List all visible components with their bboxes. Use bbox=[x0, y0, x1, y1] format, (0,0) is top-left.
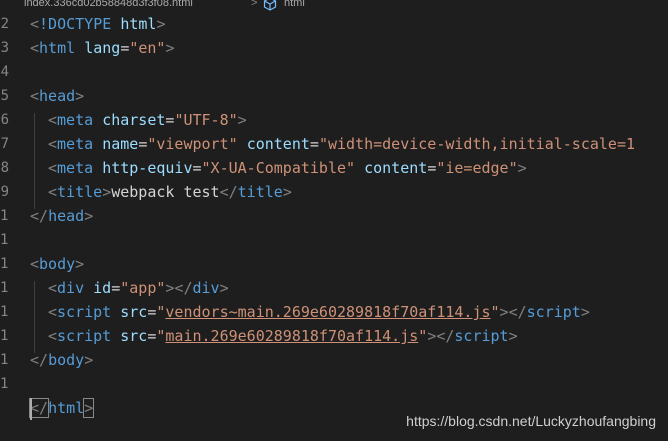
code-line[interactable]: 6 <meta charset="UTF-8"> bbox=[0, 108, 668, 132]
line-content: <meta http-equiv="X-UA-Compatible" conte… bbox=[48, 159, 527, 177]
line-content: <div id="app"></div> bbox=[48, 279, 229, 297]
line-number: 3 bbox=[0, 40, 9, 56]
line-number: 2 bbox=[0, 16, 9, 32]
breadcrumb: index.336cd02b58848d3f3f08.html > html bbox=[0, 0, 668, 12]
breadcrumb-element[interactable]: html bbox=[284, 0, 305, 9]
code-line[interactable]: 3 <html lang="en"> bbox=[0, 36, 668, 60]
line-content: <!DOCTYPE html> bbox=[30, 15, 166, 33]
breadcrumb-separator: > bbox=[251, 0, 258, 9]
line-content: <html lang="en"> bbox=[30, 39, 175, 57]
code-line[interactable]: 13 <div id="app"></div> bbox=[0, 276, 668, 300]
line-number: 15 bbox=[0, 328, 9, 344]
code-line[interactable]: 8 <meta http-equiv="X-UA-Compatible" con… bbox=[0, 156, 668, 180]
line-number: 14 bbox=[0, 304, 9, 320]
code-line[interactable]: 11 bbox=[0, 228, 668, 252]
code-line[interactable]: 4 bbox=[0, 60, 668, 84]
line-number: 16 bbox=[0, 352, 9, 368]
line-content: </html> bbox=[28, 398, 95, 418]
line-number: 12 bbox=[0, 256, 9, 272]
line-number: 9 bbox=[0, 184, 9, 200]
code-line[interactable]: 14 <script src="vendors~main.269e6028981… bbox=[0, 300, 668, 324]
watermark: https://blog.csdn.net/Luckyzhoufangbing bbox=[406, 413, 656, 429]
line-number: 5 bbox=[0, 88, 9, 104]
code-line[interactable]: 12 <body> bbox=[0, 252, 668, 276]
code-line[interactable]: 17 bbox=[0, 372, 668, 396]
code-line[interactable]: 2 <!DOCTYPE html> bbox=[0, 12, 668, 36]
line-content: <title>webpack test</title> bbox=[48, 183, 292, 201]
line-content: <script src="vendors~main.269e60289818f7… bbox=[48, 303, 590, 321]
line-number: 13 bbox=[0, 280, 9, 296]
line-number: 8 bbox=[0, 160, 9, 176]
line-content: <body> bbox=[30, 255, 85, 273]
line-number: 7 bbox=[0, 136, 9, 152]
script-src-link[interactable]: vendors~main.269e60289818f70af114.js bbox=[165, 303, 490, 321]
line-content: </head> bbox=[30, 207, 94, 225]
code-line[interactable]: 7 <meta name="viewport" content="width=d… bbox=[0, 132, 668, 156]
script-src-link[interactable]: main.269e60289818f70af114.js bbox=[165, 327, 418, 345]
code-line[interactable]: 15 <script src="main.269e60289818f70af11… bbox=[0, 324, 668, 348]
line-number: 4 bbox=[0, 64, 9, 80]
cube-icon bbox=[263, 0, 277, 11]
breadcrumb-file[interactable]: index.336cd02b58848d3f3f08.html bbox=[24, 0, 193, 9]
line-content: <head> bbox=[30, 87, 85, 105]
line-content: <meta charset="UTF-8"> bbox=[48, 111, 247, 129]
line-content: <script src="main.269e60289818f70af114.j… bbox=[48, 327, 518, 345]
line-number: 6 bbox=[0, 112, 9, 128]
line-number: 17 bbox=[0, 376, 9, 392]
code-line[interactable]: 5 <head> bbox=[0, 84, 668, 108]
code-line[interactable]: 10 </head> bbox=[0, 204, 668, 228]
code-line[interactable]: 9 <title>webpack test</title> bbox=[0, 180, 668, 204]
code-line[interactable]: 16 </body> bbox=[0, 348, 668, 372]
text-cursor bbox=[30, 398, 32, 420]
line-content: <meta name="viewport" content="width=dev… bbox=[48, 135, 636, 153]
line-content: </body> bbox=[30, 351, 94, 369]
line-number: 11 bbox=[0, 232, 9, 248]
line-number: 10 bbox=[0, 208, 9, 224]
